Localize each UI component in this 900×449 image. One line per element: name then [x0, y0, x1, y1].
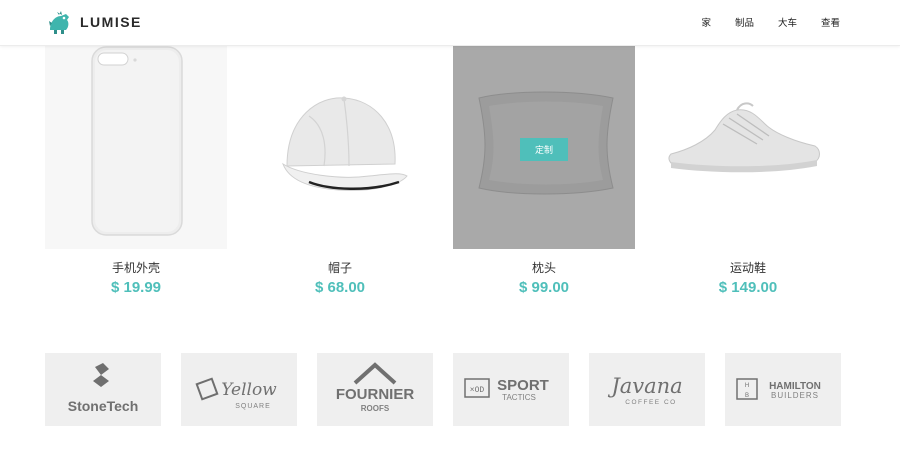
brand-logo-sport-tactics[interactable]: ×OD SPORT TACTICS: [453, 353, 569, 426]
dinosaur-logo-icon: [49, 11, 69, 34]
brand-subname: COFFEE CO: [625, 399, 676, 406]
brand-name: FOURNIER: [336, 386, 415, 403]
brand-logo-javana[interactable]: Javana COFFEE CO: [589, 353, 705, 426]
product-name[interactable]: 枕头: [453, 259, 635, 276]
brand-subname: SQUARE: [235, 403, 271, 410]
sport-tactics-logo-icon: ×OD SPORT TACTICS: [464, 377, 549, 402]
nav-item-products[interactable]: 制品: [735, 15, 754, 29]
product-name[interactable]: 手机外壳: [45, 259, 227, 276]
site-header: LUMISE 家 制品 大车 查看: [0, 0, 900, 46]
brand-subname: ROOFS: [361, 404, 390, 413]
sneaker-icon: [668, 102, 820, 173]
nav-item-home[interactable]: 家: [701, 15, 711, 29]
phone-case-icon: [91, 46, 183, 236]
product-card[interactable]: 运动鞋 $ 149.00: [657, 46, 839, 296]
brand-logo-hamilton[interactable]: H B HAMILTON BUILDERS: [725, 353, 841, 426]
logo-text: LUMISE: [80, 14, 142, 30]
fournier-roofs-logo-icon: FOURNIER ROOFS: [336, 362, 415, 413]
brand-name: Yellow: [221, 380, 277, 400]
cap-icon: [282, 96, 408, 191]
product-image[interactable]: 定制: [453, 46, 635, 249]
brand-name: SPORT: [497, 377, 549, 394]
product-name[interactable]: 运动鞋: [657, 259, 839, 276]
customize-button[interactable]: 定制: [520, 138, 568, 161]
product-price: $ 19.99: [110, 279, 162, 296]
product-name[interactable]: 帽子: [249, 259, 431, 276]
product-price: $ 149.00: [718, 279, 778, 296]
brand-logo-yellow-square[interactable]: Yellow SQUARE: [181, 353, 297, 426]
svg-text:B: B: [745, 393, 749, 399]
product-image[interactable]: [249, 46, 431, 249]
brand-subname: BUILDERS: [771, 391, 819, 400]
product-card[interactable]: 定制 枕头 $ 99.00: [453, 46, 635, 296]
svg-text:×OD: ×OD: [470, 386, 485, 395]
product-price: $ 99.00: [518, 279, 570, 296]
main-nav: 家 制品 大车 查看: [677, 15, 840, 29]
product-price: $ 68.00: [314, 279, 366, 296]
nav-item-cart[interactable]: 大车: [778, 15, 797, 29]
hamilton-builders-logo-icon: H B HAMILTON BUILDERS: [736, 378, 821, 400]
product-card[interactable]: 帽子 $ 68.00: [249, 46, 431, 296]
nav-item-view[interactable]: 查看: [821, 15, 840, 29]
javana-coffee-logo-icon: Javana COFFEE CO: [607, 374, 682, 406]
brand-logo-stonetech[interactable]: StoneTech: [45, 353, 161, 426]
svg-text:H: H: [745, 383, 749, 389]
product-card[interactable]: 手机外壳 $ 19.99: [45, 46, 227, 296]
product-image[interactable]: [657, 46, 839, 249]
brand-subname: TACTICS: [502, 393, 536, 402]
product-image[interactable]: [45, 46, 227, 249]
brand-logo-fournier[interactable]: FOURNIER ROOFS: [317, 353, 433, 426]
yellow-square-logo-icon: Yellow SQUARE: [195, 377, 277, 410]
site-logo[interactable]: LUMISE: [46, 8, 142, 36]
brand-name: StoneTech: [68, 398, 139, 414]
stonetech-logo-icon: StoneTech: [68, 363, 139, 414]
brand-name: Javana: [607, 374, 682, 398]
